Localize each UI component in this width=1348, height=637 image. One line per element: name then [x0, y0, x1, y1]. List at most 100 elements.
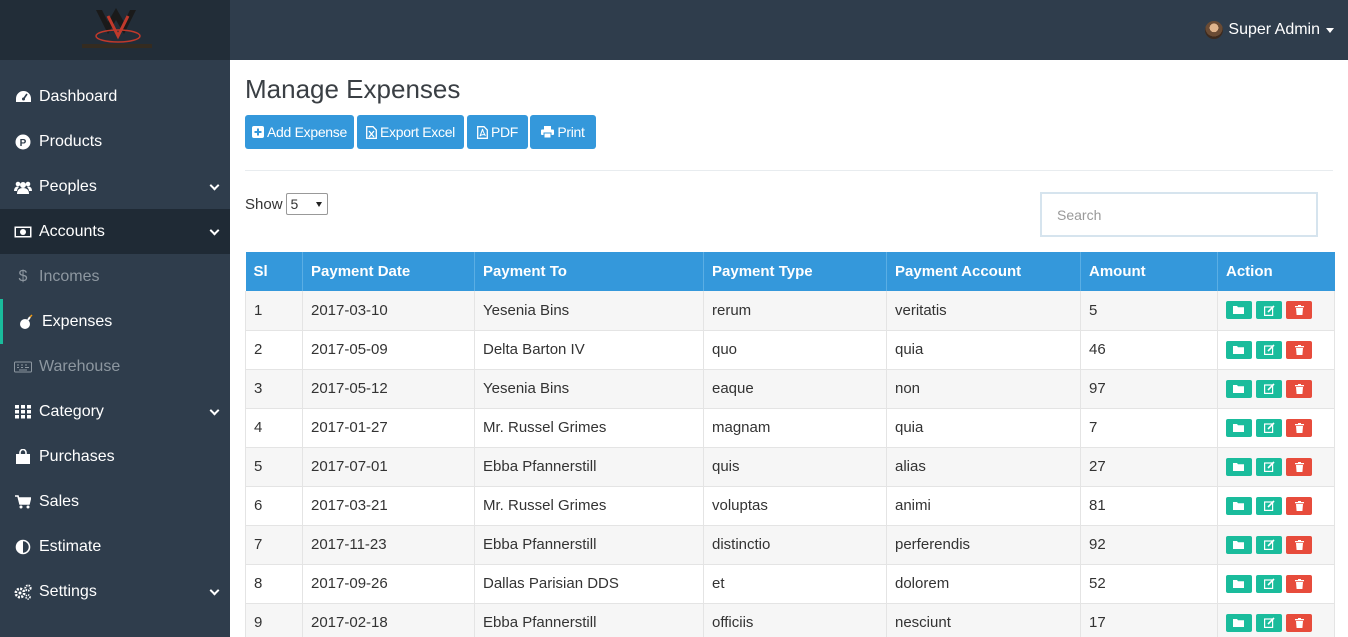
chevron-down-icon: [209, 585, 220, 596]
edit-button[interactable]: [1256, 535, 1282, 554]
sidebar-item-category[interactable]: Category: [0, 389, 230, 434]
sidebar-item-warehouse[interactable]: Warehouse: [0, 344, 230, 389]
sidebar-item-products[interactable]: P Products: [0, 119, 230, 164]
sidebar-item-expenses[interactable]: Expenses: [0, 299, 230, 344]
page-title: Manage Expenses: [245, 74, 461, 104]
edit-button[interactable]: [1256, 379, 1282, 398]
view-button[interactable]: [1226, 418, 1252, 437]
sidebar-item-settings[interactable]: Settings: [0, 569, 230, 614]
delete-button[interactable]: [1286, 379, 1312, 398]
user-menu[interactable]: Super Admin: [1205, 18, 1334, 42]
view-button[interactable]: [1226, 496, 1252, 515]
add-expense-button[interactable]: Add Expense: [245, 115, 354, 149]
cell-payment-date: 2017-05-09: [302, 330, 475, 370]
cell-payment-type: officiis: [703, 603, 887, 637]
view-button[interactable]: [1226, 301, 1252, 320]
cell-amount: 46: [1080, 330, 1218, 370]
sidebar: Dashboard P Products Peoples Accounts $ …: [0, 60, 230, 637]
header-sl[interactable]: Sl: [245, 252, 303, 291]
cell-payment-account: nesciunt: [886, 603, 1081, 637]
row-actions: [1226, 535, 1334, 554]
sidebar-item-accounts[interactable]: Accounts: [0, 209, 230, 254]
table-row: 1 2017-03-10 Yesenia Bins rerum veritatis 5: [245, 291, 1335, 331]
delete-button[interactable]: [1286, 340, 1312, 359]
delete-button[interactable]: [1286, 496, 1312, 515]
row-actions: [1226, 418, 1334, 437]
print-icon: [541, 126, 555, 138]
edit-button[interactable]: [1256, 496, 1282, 515]
cell-payment-account: animi: [886, 486, 1081, 526]
grid-icon: [14, 404, 32, 420]
cell-sl: 9: [245, 603, 303, 637]
delete-button[interactable]: [1286, 301, 1312, 320]
folder-open-icon: [1233, 579, 1245, 589]
cell-payment-account: non: [886, 369, 1081, 409]
edit-icon: [1263, 305, 1275, 316]
bomb-icon: [17, 313, 35, 330]
header-payment-to[interactable]: Payment To: [474, 252, 704, 291]
view-button[interactable]: [1226, 574, 1252, 593]
view-button[interactable]: [1226, 535, 1252, 554]
sidebar-item-label: Purchases: [39, 447, 115, 465]
view-button[interactable]: [1226, 379, 1252, 398]
print-button[interactable]: Print: [530, 115, 596, 149]
delete-button[interactable]: [1286, 418, 1312, 437]
cell-payment-to: Mr. Russel Grimes: [474, 408, 704, 448]
delete-button[interactable]: [1286, 457, 1312, 476]
delete-button[interactable]: [1286, 613, 1312, 632]
sidebar-item-label: Dashboard: [39, 87, 118, 105]
header-amount[interactable]: Amount: [1080, 252, 1218, 291]
edit-button[interactable]: [1256, 613, 1282, 632]
cell-payment-account: alias: [886, 447, 1081, 487]
avatar: [1205, 21, 1224, 39]
sidebar-item-label: Estimate: [39, 537, 102, 555]
sidebar-item-dashboard[interactable]: Dashboard: [0, 74, 230, 119]
search-input[interactable]: Search: [1040, 192, 1318, 237]
view-button[interactable]: [1226, 457, 1252, 476]
chevron-down-icon: [209, 180, 220, 191]
sidebar-item-sales[interactable]: Sales: [0, 479, 230, 524]
sidebar-item-incomes[interactable]: $ Incomes: [0, 254, 230, 299]
cell-action: [1217, 369, 1335, 409]
cell-payment-type: magnam: [703, 408, 887, 448]
pdf-label: PDF: [490, 124, 519, 140]
cell-amount: 97: [1080, 369, 1218, 409]
table-row: 7 2017-11-23 Ebba Pfannerstill distinctio pe…: [245, 525, 1335, 565]
row-actions: [1226, 613, 1334, 632]
table-row: 6 2017-03-21 Mr. Russel Grimes voluptas anim…: [245, 486, 1335, 526]
view-button[interactable]: [1226, 613, 1252, 632]
delete-button[interactable]: [1286, 574, 1312, 593]
sidebar-item-peoples[interactable]: Peoples: [0, 164, 230, 209]
cell-payment-account: quia: [886, 408, 1081, 448]
file-excel-icon: [366, 125, 377, 139]
edit-button[interactable]: [1256, 418, 1282, 437]
brand-area[interactable]: [0, 0, 230, 60]
sidebar-item-estimate[interactable]: Estimate: [0, 524, 230, 569]
edit-button[interactable]: [1256, 301, 1282, 320]
search-placeholder: Search: [1057, 206, 1102, 223]
edit-button[interactable]: [1256, 340, 1282, 359]
edit-button[interactable]: [1256, 457, 1282, 476]
pdf-button[interactable]: PDF: [467, 115, 528, 149]
header-payment-account[interactable]: Payment Account: [886, 252, 1081, 291]
cell-action: [1217, 525, 1335, 565]
header-payment-date[interactable]: Payment Date: [302, 252, 475, 291]
export-excel-button[interactable]: Export Excel: [357, 115, 464, 149]
header-payment-type[interactable]: Payment Type: [703, 252, 887, 291]
sidebar-item-purchases[interactable]: Purchases: [0, 434, 230, 479]
folder-open-icon: [1233, 462, 1245, 472]
view-button[interactable]: [1226, 340, 1252, 359]
page-size-value: 5: [290, 196, 299, 212]
edit-button[interactable]: [1256, 574, 1282, 593]
delete-button[interactable]: [1286, 535, 1312, 554]
show-label: Show: [245, 195, 283, 213]
page-size-select[interactable]: 5: [285, 193, 328, 215]
cogs-icon: [14, 583, 32, 600]
cell-amount: 52: [1080, 564, 1218, 604]
edit-icon: [1263, 422, 1275, 433]
cell-amount: 27: [1080, 447, 1218, 487]
cell-payment-type: quo: [703, 330, 887, 370]
cell-sl: 4: [245, 408, 303, 448]
page-size-control: Show 5: [245, 193, 328, 215]
cell-payment-date: 2017-03-10: [302, 291, 475, 331]
